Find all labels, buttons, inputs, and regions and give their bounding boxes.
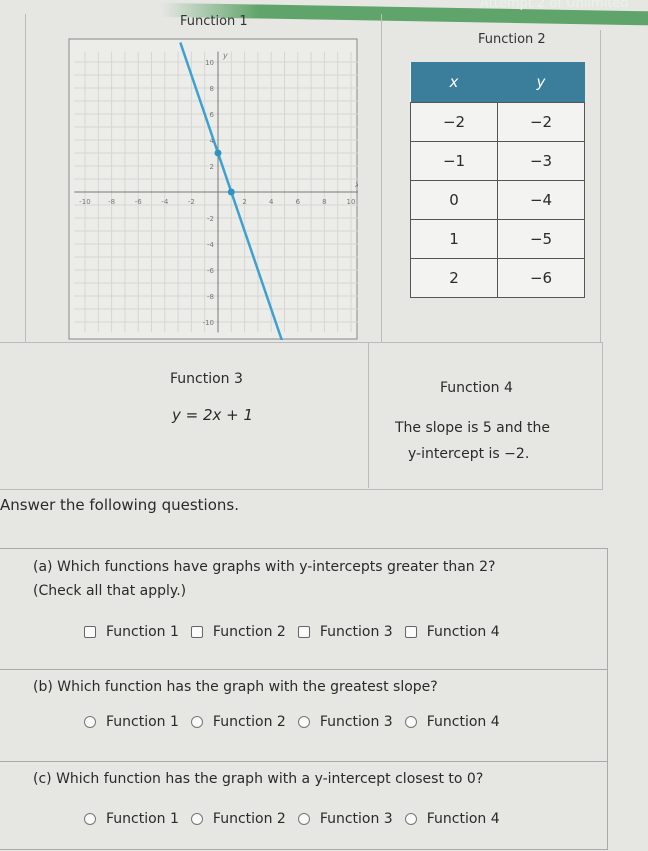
radio-function-3[interactable]: Function 3 (297, 811, 393, 827)
x-tick-label: -2 (188, 198, 195, 206)
function2-table: xy −2 −2 −1 −3 0 −4 1 −5 2 −6 (410, 62, 585, 298)
x-tick-label: 8 (322, 198, 326, 206)
radio-icon[interactable] (404, 813, 417, 825)
checkbox-function-1[interactable]: Function 1 (84, 624, 179, 640)
question-a-sub: (Check all that apply.) (33, 583, 187, 599)
checkbox-icon[interactable] (297, 626, 310, 638)
y-tick-label: 6 (210, 111, 215, 119)
checkbox-function-3[interactable]: Function 3 (297, 624, 393, 640)
option-label: Function 2 (212, 624, 286, 640)
x-tick-label: -6 (135, 198, 143, 206)
cell: −1 (410, 141, 498, 181)
cell: −2 (497, 102, 585, 142)
function2-title: Function 2 (478, 32, 546, 47)
cell: 0 (410, 180, 498, 220)
x-tick-label: 10 (347, 198, 356, 206)
header-y: y (497, 62, 585, 103)
radio-function-4[interactable]: Function 4 (404, 714, 500, 730)
y-tick-label: -10 (203, 319, 214, 327)
option-label: Function 2 (212, 714, 286, 730)
y-tick-label: 10 (205, 59, 214, 67)
y-axis-label: y (222, 51, 228, 60)
cell: −4 (497, 180, 585, 220)
checkbox-icon[interactable] (84, 626, 96, 638)
table-row: 0 −4 (410, 180, 585, 220)
radio-function-4[interactable]: Function 4 (404, 811, 500, 827)
option-label: Function 2 (212, 811, 286, 827)
function3-title: Function 3 (170, 371, 243, 387)
cell: −5 (497, 219, 585, 259)
radio-function-2[interactable]: Function 2 (190, 714, 286, 730)
x-tick-label: -4 (161, 198, 169, 206)
function1-graph[interactable]: -10-8-6-4-2246810108642-2-4-6-8-10xy (68, 38, 358, 340)
radio-icon[interactable] (84, 716, 96, 728)
checkbox-function-4[interactable]: Function 4 (404, 624, 500, 640)
question-c-text: (c) Which function has the graph with a … (33, 771, 484, 787)
radio-function-1[interactable]: Function 1 (84, 714, 179, 730)
line-point (214, 149, 222, 157)
attempt-label: Attempt 2 of Unlimited (480, 0, 629, 11)
question-a-text: (a) Which functions have graphs with y-i… (33, 559, 496, 575)
x-tick-label: 6 (296, 198, 301, 206)
option-label: Function 3 (319, 811, 393, 827)
questions-box: (a) Which functions have graphs with y-i… (0, 548, 608, 850)
option-label: Function 3 (319, 714, 393, 730)
option-label: Function 1 (106, 714, 179, 730)
option-label: Function 4 (426, 624, 500, 640)
function3-equation: y = 2x + 1 (172, 406, 254, 424)
cell: −6 (497, 258, 585, 298)
option-label: Function 1 (106, 811, 179, 827)
functions-3-4-row (0, 342, 603, 490)
radio-icon[interactable] (404, 716, 417, 728)
x-axis-label: x (354, 180, 358, 189)
option-label: Function 3 (319, 624, 393, 640)
x-tick-label: -8 (108, 198, 115, 206)
instructions: Answer the following questions. (0, 496, 239, 514)
radio-icon[interactable] (190, 813, 203, 825)
option-label: Function 1 (106, 624, 179, 640)
radio-function-2[interactable]: Function 2 (190, 811, 286, 827)
cell: −2 (410, 102, 498, 142)
header-x: x (410, 62, 498, 103)
line-point (227, 188, 235, 196)
option-label: Function 4 (426, 714, 500, 730)
radio-function-3[interactable]: Function 3 (297, 714, 393, 730)
radio-icon[interactable] (297, 716, 310, 728)
cell: 2 (410, 258, 498, 298)
table-row: −1 −3 (410, 141, 585, 181)
radio-icon[interactable] (297, 813, 310, 825)
question-b-text: (b) Which function has the graph with th… (33, 679, 438, 695)
question-c: (c) Which function has the graph with a … (0, 761, 607, 851)
checkbox-function-2[interactable]: Function 2 (190, 624, 286, 640)
y-tick-label: -2 (207, 215, 214, 223)
table-row: 1 −5 (410, 219, 585, 259)
radio-icon[interactable] (190, 716, 203, 728)
cell: −3 (497, 141, 585, 181)
y-tick-label: 8 (210, 85, 214, 93)
table-row: −2 −2 (410, 102, 585, 142)
function1-title: Function 1 (180, 14, 248, 29)
question-b: (b) Which function has the graph with th… (0, 669, 607, 762)
function4-line1: The slope is 5 and the (395, 420, 550, 436)
y-tick-label: 2 (210, 163, 214, 171)
y-tick-label: -6 (207, 267, 215, 275)
function4-title: Function 4 (440, 380, 513, 396)
x-tick-label: -10 (79, 198, 90, 206)
checkbox-icon[interactable] (404, 626, 417, 638)
option-label: Function 4 (426, 811, 500, 827)
question-a: (a) Which functions have graphs with y-i… (0, 549, 607, 670)
checkbox-icon[interactable] (190, 626, 203, 638)
radio-function-1[interactable]: Function 1 (84, 811, 179, 827)
divider (368, 342, 369, 488)
function4-line2: y-intercept is −2. (408, 446, 530, 462)
cell: 1 (410, 219, 498, 259)
radio-icon[interactable] (84, 813, 96, 825)
y-tick-label: -4 (207, 241, 215, 249)
x-tick-label: 2 (242, 198, 246, 206)
table-row: 2 −6 (410, 258, 585, 298)
y-tick-label: -8 (207, 293, 214, 301)
x-tick-label: 4 (269, 198, 274, 206)
